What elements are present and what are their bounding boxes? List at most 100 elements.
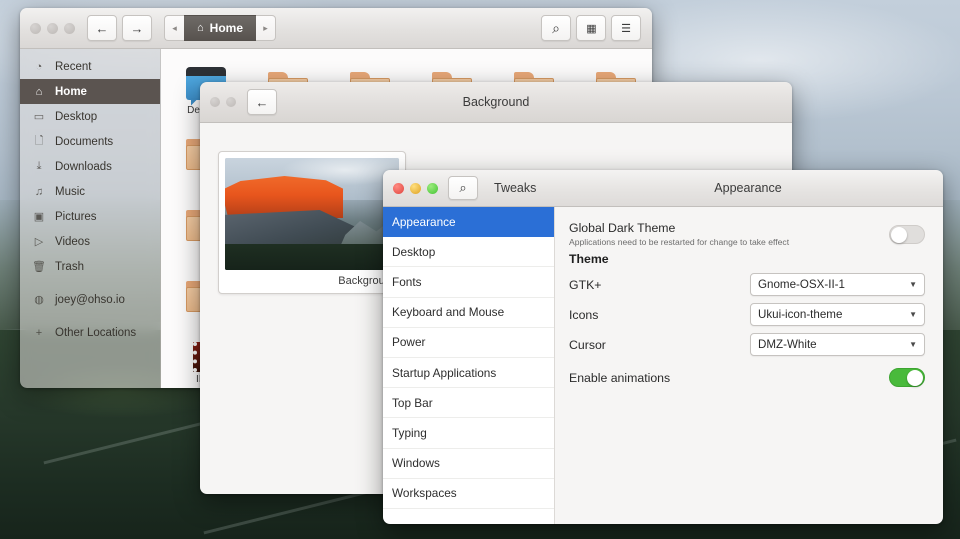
minimize-button[interactable]: [47, 22, 58, 34]
cursor-label: Cursor: [569, 337, 606, 352]
search-button[interactable]: ⌕: [541, 15, 571, 41]
sidebar-item-downloads[interactable]: ⤓ Downloads: [20, 154, 160, 179]
navigation-buttons[interactable]: ← →: [87, 15, 152, 41]
tweaks-window[interactable]: ⌕ Tweaks Appearance Appearance Desktop Fon…: [383, 170, 943, 524]
hamburger-menu-icon: ☰: [621, 22, 631, 35]
tweaks-sidebar-item-appearance[interactable]: Appearance: [383, 207, 554, 238]
tweaks-sidebar-item-label: Workspaces: [392, 486, 457, 501]
minimize-button[interactable]: [410, 182, 421, 194]
sidebar-item-videos[interactable]: ▷ Videos: [20, 229, 160, 254]
tweaks-sidebar-item-startup-applications[interactable]: Startup Applications: [383, 358, 554, 389]
cursor-row: Cursor DMZ-White ▼: [569, 333, 925, 356]
sidebar-separator: [20, 279, 160, 287]
nautilus-toolbar-actions[interactable]: ⌕ ▦ ☰: [541, 15, 641, 41]
view-grid-button[interactable]: ▦: [576, 15, 606, 41]
wallpaper-card[interactable]: Background: [218, 151, 406, 294]
breadcrumb[interactable]: ◂ ⌂ Home ▸: [164, 15, 276, 41]
toggle-knob: [891, 226, 907, 243]
sidebar-item-label: Other Locations: [55, 326, 137, 339]
sidebar-item-joey-ohso-io[interactable]: ◍ joey@ohso.io: [20, 287, 160, 312]
sidebar-item-label: Desktop: [55, 110, 98, 123]
tweaks-search-button[interactable]: ⌕: [448, 176, 478, 200]
close-button[interactable]: [393, 182, 404, 194]
trash-icon: 🗑: [32, 261, 46, 273]
tweaks-sidebar-item-top-bar[interactable]: Top Bar: [383, 388, 554, 419]
desktop-icon: ▭: [33, 111, 45, 123]
back-arrow-icon: ←: [255, 94, 269, 110]
breadcrumb-item-home[interactable]: ⌂ Home: [184, 15, 256, 41]
sidebar-item-label: Pictures: [55, 210, 97, 223]
enable-animations-row[interactable]: Enable animations: [569, 368, 925, 387]
sidebar-item-trash[interactable]: 🗑 Trash: [20, 254, 160, 279]
tweaks-sidebar-item-power[interactable]: Power: [383, 328, 554, 358]
thumb-foreground: [225, 244, 399, 270]
sidebar-separator: [20, 312, 160, 320]
wallpaper-caption: Background: [338, 275, 397, 287]
maximize-button[interactable]: [427, 182, 438, 194]
tweaks-sidebar-item-label: Startup Applications: [392, 365, 497, 380]
tweaks-sidebar[interactable]: Appearance Desktop Fonts Keyboard and Mouse…: [383, 207, 555, 524]
wallpaper-thumbnail[interactable]: [225, 158, 399, 270]
tweaks-body: Appearance Desktop Fonts Keyboard and Mouse…: [383, 207, 943, 524]
nautilus-sidebar[interactable]: ◔ Recent ⌂ Home ▭ Desktop 🗋 Documents ⤓ Downloads…: [20, 49, 161, 388]
tweaks-sidebar-item-label: Power: [392, 335, 426, 350]
tweaks-sidebar-item-label: Fonts: [392, 274, 422, 289]
icons-label: Icons: [569, 307, 599, 322]
gtk--label: GTK+: [569, 277, 602, 292]
nautilus-window-controls[interactable]: [20, 22, 75, 34]
menu-button[interactable]: ☰: [611, 15, 641, 41]
tweaks-sidebar-item-desktop[interactable]: Desktop: [383, 237, 554, 268]
tweaks-page-title: Appearance: [714, 181, 782, 195]
icons-dropdown[interactable]: Ukui-icon-theme ▼: [750, 303, 925, 326]
chevron-down-icon: ▼: [909, 310, 917, 319]
breadcrumb-scroll-left[interactable]: ◂: [164, 15, 184, 41]
cursor-value: DMZ-White: [758, 338, 817, 351]
cursor-dropdown[interactable]: DMZ-White ▼: [750, 333, 925, 356]
tweaks-sidebar-item-fonts[interactable]: Fonts: [383, 267, 554, 298]
sidebar-item-other-locations[interactable]: + Other Locations: [20, 320, 160, 345]
sidebar-item-label: Documents: [55, 135, 114, 148]
minimize-button[interactable]: [226, 97, 236, 107]
gtk--dropdown[interactable]: Gnome-OSX-II-1 ▼: [750, 273, 925, 296]
back-button[interactable]: ←: [247, 89, 277, 115]
close-button[interactable]: [30, 22, 41, 34]
background-window-controls[interactable]: [200, 97, 236, 107]
tweaks-sidebar-item-label: Desktop: [392, 244, 436, 259]
background-window-title: Background: [462, 95, 530, 109]
back-button[interactable]: ←: [87, 15, 117, 41]
maximize-button[interactable]: [64, 22, 75, 34]
sidebar-item-home[interactable]: ⌂ Home: [20, 79, 160, 104]
recent-icon: ◔: [35, 60, 43, 73]
tweaks-sidebar-item-windows[interactable]: Windows: [383, 449, 554, 479]
nautilus-titlebar: ← → ◂ ⌂ Home ▸ ⌕ ▦ ☰: [20, 8, 652, 49]
sidebar-item-desktop[interactable]: ▭ Desktop: [20, 104, 160, 129]
other-locations-icon: +: [35, 326, 43, 339]
breadcrumb-scroll-right[interactable]: ▸: [256, 15, 276, 41]
search-icon: ⌕: [552, 19, 560, 36]
enable-animations-toggle[interactable]: [889, 368, 925, 387]
home-icon: ⌂: [35, 85, 43, 98]
thumb-lit-peak: [225, 176, 343, 218]
gtk--row: GTK+ Gnome-OSX-II-1 ▼: [569, 273, 925, 296]
tweaks-sidebar-item-keyboard-and-mouse[interactable]: Keyboard and Mouse: [383, 298, 554, 328]
close-button[interactable]: [210, 97, 220, 107]
tweaks-settings-panel: Global Dark Theme Applications need to b…: [555, 207, 943, 524]
sidebar-item-label: Music: [55, 185, 86, 198]
sidebar-item-recent[interactable]: ◔ Recent: [20, 54, 160, 79]
sidebar-item-label: Recent: [55, 60, 92, 73]
forward-button[interactable]: →: [122, 15, 152, 41]
tweaks-window-controls[interactable]: [383, 182, 438, 194]
global-dark-theme-row[interactable]: Global Dark Theme Applications need to b…: [569, 221, 925, 247]
sidebar-item-pictures[interactable]: ▣ Pictures: [20, 204, 160, 229]
chevron-down-icon: ▼: [909, 280, 917, 289]
toggle-knob: [907, 370, 923, 386]
documents-icon: 🗋: [34, 135, 44, 147]
sidebar-item-documents[interactable]: 🗋 Documents: [20, 129, 160, 154]
downloads-icon: ⤓: [36, 160, 42, 172]
global-dark-theme-toggle[interactable]: [889, 224, 925, 244]
sidebar-item-music[interactable]: ♫ Music: [20, 179, 160, 204]
chevron-right-icon: ▸: [263, 22, 268, 33]
tweaks-sidebar-item-typing[interactable]: Typing: [383, 418, 554, 449]
tweaks-sidebar-item-workspaces[interactable]: Workspaces: [383, 479, 554, 509]
pictures-icon: ▣: [33, 211, 45, 223]
